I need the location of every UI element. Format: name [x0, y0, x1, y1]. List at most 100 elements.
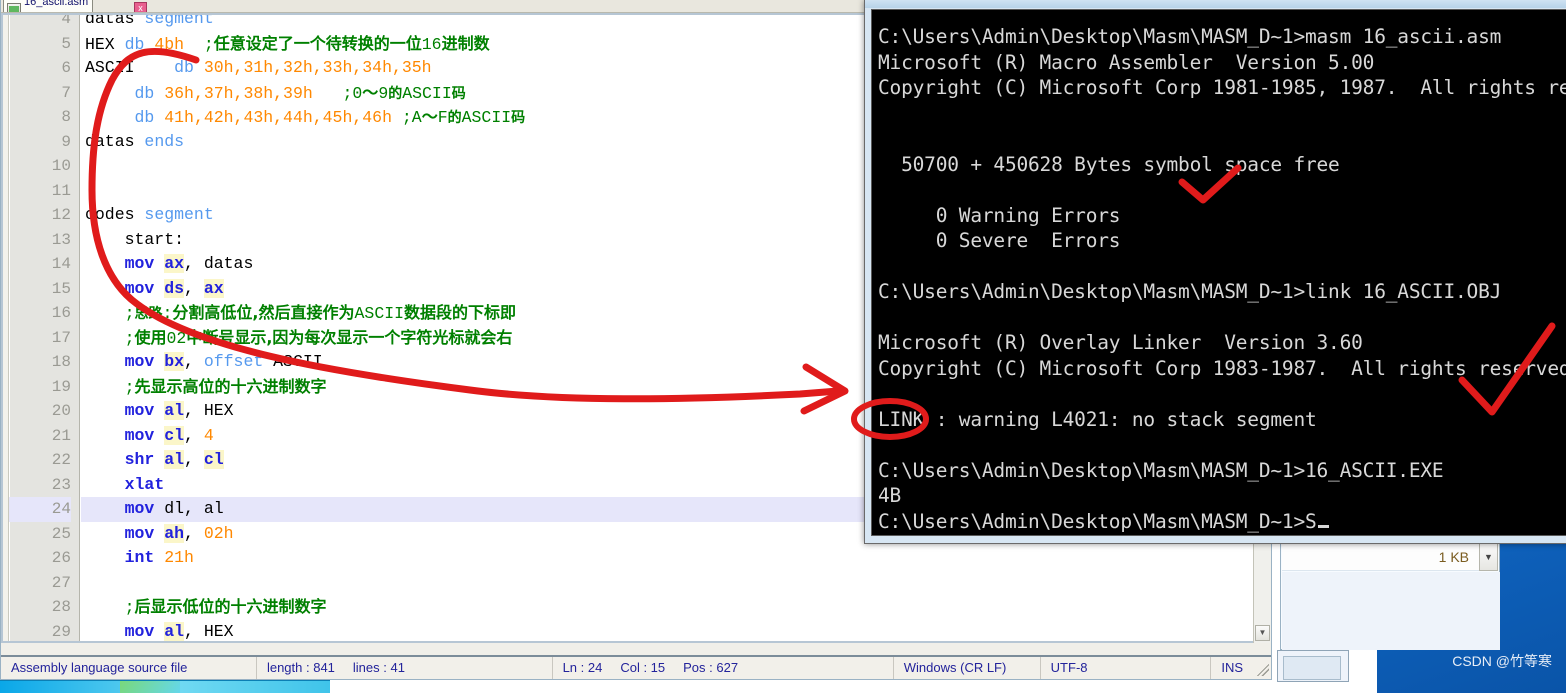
code-token: db	[134, 83, 165, 103]
status-pos: Pos : 627	[683, 660, 739, 675]
code-token: 9	[378, 83, 389, 103]
chevron-down-icon[interactable]: ▼	[1479, 543, 1498, 571]
code-token: 任意设定了一个待转换的一位	[213, 33, 422, 53]
code-token: ;	[124, 377, 135, 397]
background-window-inner[interactable]	[1283, 656, 1341, 680]
code-token: db	[174, 58, 204, 77]
line-number: 14	[51, 255, 71, 273]
explorer-content-pane	[1282, 572, 1500, 650]
code-token: cl	[203, 450, 224, 469]
console-line: C:\Users\Admin\Desktop\Masm\MASM_D~1>16_…	[878, 458, 1444, 482]
code-token: , HEX	[184, 621, 234, 641]
code-token: segment	[144, 205, 214, 224]
code-token: 36h,37h,38h,39h	[164, 83, 313, 103]
code-token: ,	[184, 425, 204, 445]
taskbar[interactable]	[0, 680, 330, 693]
line-number: 15	[51, 279, 71, 298]
code-token: 21h	[164, 548, 194, 567]
code-token: ;A	[401, 108, 422, 127]
line-number: 20	[51, 402, 71, 420]
code-token: dl, al	[164, 499, 224, 518]
code-token: mov	[124, 401, 165, 420]
code-token: codes	[85, 205, 145, 224]
line-number: 11	[51, 181, 71, 200]
code-token: ASCII	[461, 108, 512, 127]
code-token: mov	[124, 278, 165, 298]
status-file-type: Assembly language source file	[1, 657, 257, 679]
bookmark-margin[interactable]	[3, 15, 9, 641]
status-caret-position: Ln : 24 Col : 15 Pos : 627	[553, 657, 894, 679]
console-line: Copyright (C) Microsoft Corp 1981-1985, …	[878, 76, 1566, 99]
code-token: 中断号显示,因为每次显示一个字符光标就会右	[186, 327, 513, 347]
code-token: mov	[124, 352, 165, 371]
line-number: 17	[51, 328, 71, 347]
code-token: bx	[164, 352, 185, 371]
resize-grip-icon[interactable]	[1257, 664, 1269, 676]
line-number: 12	[51, 206, 71, 224]
code-token: ASCII	[402, 83, 452, 103]
code-token: 进制数	[441, 33, 490, 53]
code-token: shr	[124, 450, 165, 469]
code-token: mov	[124, 621, 165, 641]
code-token: al	[164, 401, 185, 420]
code-token: ax	[203, 278, 224, 298]
status-bar: Assembly language source file length : 8…	[1, 655, 1271, 679]
line-number: 24	[9, 497, 71, 522]
line-number: 6	[61, 59, 71, 77]
line-number: 5	[61, 34, 71, 53]
line-number: 9	[61, 132, 71, 151]
taskbar-strip	[332, 680, 1272, 693]
code-token: F	[437, 108, 448, 127]
scroll-down-icon[interactable]: ▼	[1255, 625, 1270, 641]
code-token: 41h,42h,43h,44h,45h,46h	[164, 108, 392, 127]
status-eol-format: Windows (CR LF)	[894, 657, 1041, 679]
code-token: al	[164, 450, 185, 469]
code-token: ;	[124, 328, 135, 348]
code-line[interactable]: int 21h	[81, 546, 1271, 571]
tab-16-ascii-asm[interactable]: 16_ascii.asm x	[3, 0, 147, 12]
command-prompt-window[interactable]: C:\Users\Admin\Desktop\Masm\MASM_D~1>mas…	[864, 0, 1566, 544]
close-icon[interactable]: x	[134, 2, 147, 12]
code-line[interactable]	[81, 571, 1271, 596]
code-token: ds	[164, 278, 185, 298]
status-encoding: UTF-8	[1041, 657, 1212, 679]
line-number: 4	[61, 13, 71, 28]
code-token: 02	[166, 328, 187, 348]
code-token: 先显示高位的十六进制数字	[134, 376, 327, 396]
code-token: ASCII	[273, 352, 323, 371]
code-token: ASCII	[354, 304, 405, 323]
code-token: 4bh	[154, 34, 185, 54]
explorer-file-size: 1 KB	[1282, 543, 1481, 571]
code-token: db	[124, 34, 155, 54]
status-length: length : 841	[266, 660, 335, 675]
code-token: ,	[184, 523, 204, 543]
line-number: 8	[61, 108, 71, 126]
code-token: ,	[184, 352, 204, 371]
status-ln: Ln : 24	[562, 660, 603, 675]
line-number: 21	[51, 426, 71, 445]
code-token: start:	[85, 229, 185, 249]
explorer-window[interactable]: 1 KB ▼	[1280, 540, 1500, 650]
console-line: C:\Users\Admin\Desktop\Masm\MASM_D~1>lin…	[878, 280, 1502, 303]
console-output[interactable]: C:\Users\Admin\Desktop\Masm\MASM_D~1>mas…	[871, 9, 1566, 536]
code-line[interactable]: ;后显示低位的十六进制数字	[81, 595, 1271, 620]
console-line: 0 Severe Errors	[878, 229, 1121, 252]
code-token: 30h,31h,32h,33h,34h,35h	[203, 58, 432, 77]
line-number-gutter: 4 5 6 7 8 9 10 11 12 13 14 15 16 17 18 19 20 21 22 23 24 25 26…	[9, 13, 80, 641]
code-token: ASCII	[85, 58, 175, 77]
code-token: ;	[124, 598, 135, 617]
console-title-bar[interactable]	[865, 0, 1566, 8]
code-token: 16	[421, 34, 442, 54]
code-line[interactable]: mov al, HEX	[81, 620, 1271, 642]
